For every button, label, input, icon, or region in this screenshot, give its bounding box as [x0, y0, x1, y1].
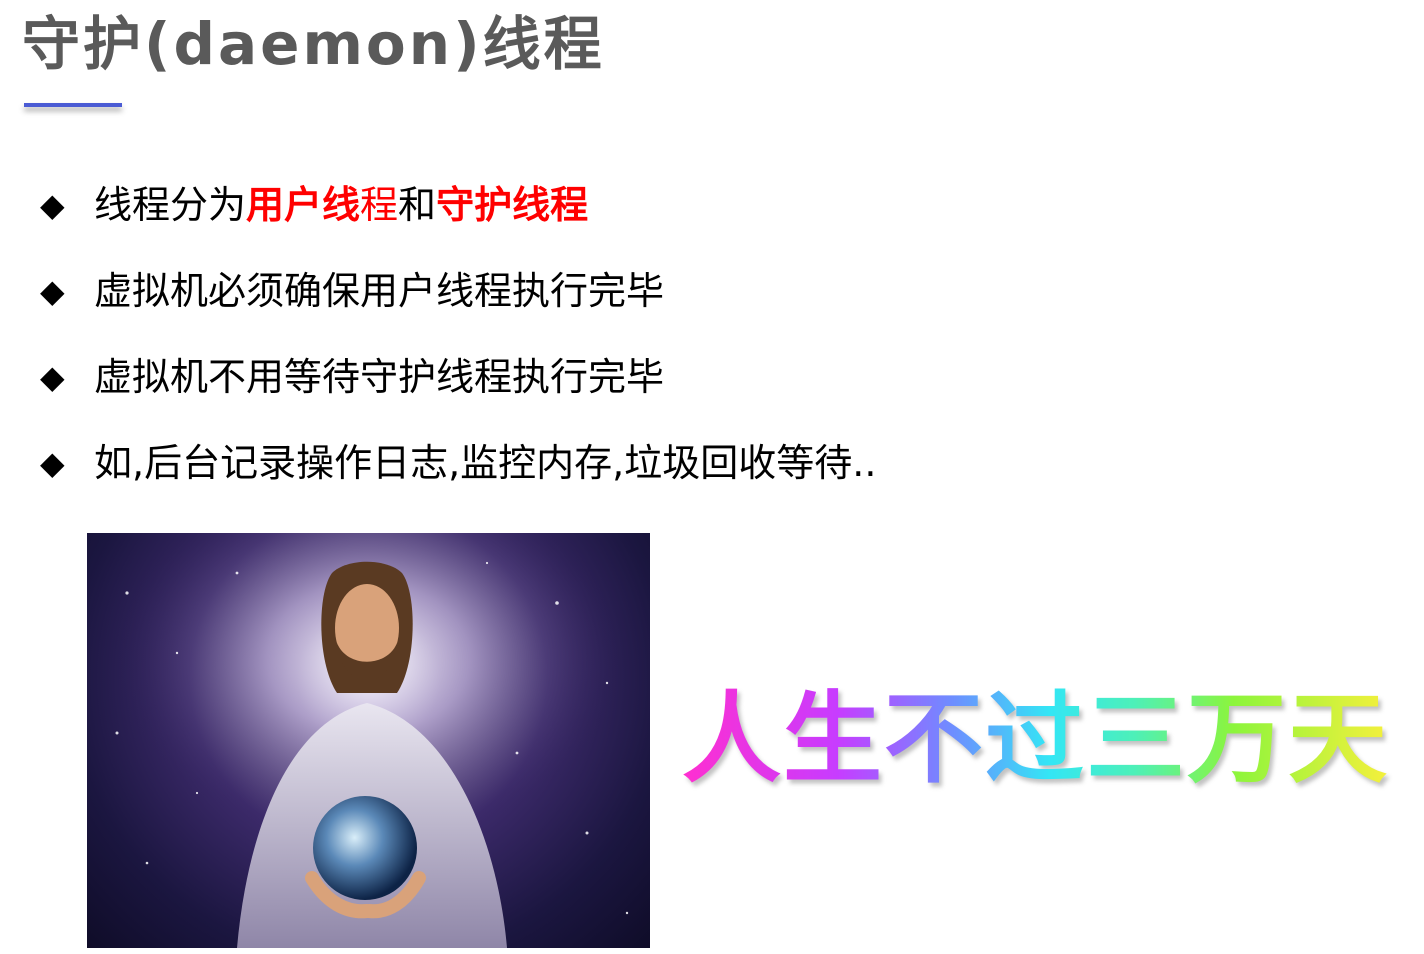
bullet-item: ◆ 虚拟机不用等待守护线程执行完毕: [40, 344, 876, 430]
slide-title: 守护(daemon)线程: [22, 10, 605, 78]
bullet-list: ◆ 线程分为用户线程和守护线程 ◆ 虚拟机必须确保用户线程执行完毕 ◆ 虚拟机不…: [40, 172, 876, 516]
title-underline: [24, 103, 122, 107]
bullet-prefix: 线程分为: [94, 183, 247, 227]
diamond-bullet-icon: ◆: [40, 444, 65, 482]
cosmic-figure-illustration: [87, 533, 650, 948]
bullet-text: 虚拟机必须确保用户线程执行完毕: [94, 269, 665, 313]
highlight-user-thread-tail: 程: [360, 183, 399, 227]
bullet-item: ◆ 如,后台记录操作日志,监控内存,垃圾回收等待..: [40, 430, 876, 516]
bullet-text: 虚拟机不用等待守护线程执行完毕: [94, 355, 665, 399]
bullet-text: 线程分为用户线程和守护线程: [94, 172, 588, 238]
rainbow-slogan: 人生不过三万天: [682, 680, 1389, 800]
bullet-item: ◆ 线程分为用户线程和守护线程: [40, 172, 876, 258]
highlight-daemon-thread: 守护线程: [436, 183, 589, 227]
diamond-bullet-icon: ◆: [40, 186, 65, 224]
bullet-middle: 和: [398, 183, 437, 227]
diamond-bullet-icon: ◆: [40, 272, 65, 310]
cosmic-figure-image: [87, 533, 650, 948]
bullet-text: 如,后台记录操作日志,监控内存,垃圾回收等待..: [94, 441, 877, 485]
highlight-user-thread: 用户线: [246, 183, 361, 227]
diamond-bullet-icon: ◆: [40, 358, 65, 396]
bullet-item: ◆ 虚拟机必须确保用户线程执行完毕: [40, 258, 876, 344]
